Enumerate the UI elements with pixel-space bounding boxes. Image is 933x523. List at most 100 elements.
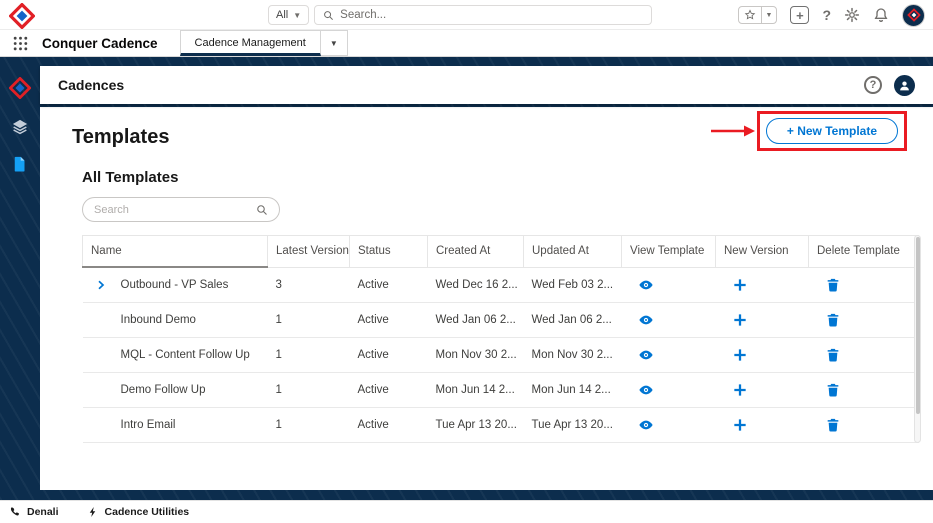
view-template-button-cell — [621, 302, 716, 338]
app-name: Conquer Cadence — [42, 35, 158, 51]
template-name: Intro Email — [120, 418, 176, 431]
utility-label: Denali — [27, 506, 59, 518]
gear-icon[interactable] — [844, 7, 860, 23]
delete-template-button-cell — [808, 337, 919, 373]
user-avatar[interactable] — [902, 3, 925, 27]
new-version-button-cell — [715, 372, 809, 408]
favorites-button[interactable]: ▼ — [737, 6, 778, 24]
tab-label: Cadence Management — [194, 37, 306, 49]
delete-template-button-cell — [808, 407, 919, 443]
annotation-box: + New Template — [756, 111, 907, 151]
trash-icon — [825, 312, 841, 328]
plus-icon — [732, 382, 748, 398]
tab-cadence-management[interactable]: Cadence Management — [179, 30, 321, 56]
annotation: + New Template — [710, 111, 907, 151]
column-header-view-template[interactable]: View Template — [621, 235, 716, 268]
trash-icon — [825, 417, 841, 433]
table-header-row: Name Latest Version Status Created At Update… — [82, 235, 919, 268]
delete-template-button[interactable] — [825, 277, 841, 293]
global-add-button[interactable]: + — [790, 6, 810, 24]
new-version-button[interactable] — [732, 417, 748, 433]
global-search-input[interactable] — [340, 9, 644, 21]
view-template-button[interactable] — [638, 382, 654, 398]
help-icon[interactable]: ? — [864, 76, 882, 94]
latest-version-cell: 3 — [267, 267, 350, 303]
layers-icon[interactable] — [11, 118, 29, 136]
new-version-button[interactable] — [732, 347, 748, 363]
tab-dropdown-button[interactable]: ▼ — [320, 30, 348, 56]
template-name-cell: MQL - Content Follow Up — [82, 337, 268, 373]
created-at-cell: Mon Nov 30 2... — [427, 337, 524, 373]
bell-icon[interactable] — [873, 7, 889, 23]
eye-icon — [638, 312, 654, 328]
utility-denali[interactable]: Denali — [9, 506, 59, 518]
trash-icon — [825, 277, 841, 293]
updated-at-cell: Wed Feb 03 2... — [523, 267, 622, 303]
search-icon — [324, 10, 334, 20]
template-search-box[interactable] — [82, 197, 280, 222]
column-header-latest-version[interactable]: Latest Version — [267, 235, 350, 268]
sidebar-conquer-logo-icon[interactable] — [8, 76, 32, 100]
star-icon — [739, 7, 761, 23]
bolt-icon — [89, 507, 95, 517]
chevron-down-icon[interactable]: ▼ — [760, 7, 777, 23]
column-header-new-version[interactable]: New Version — [715, 235, 809, 268]
screen: All ▼ ▼ + ? — [0, 0, 933, 523]
help-icon[interactable]: ? — [822, 7, 831, 23]
template-name: Inbound Demo — [120, 313, 196, 326]
column-header-updated-at[interactable]: Updated At — [523, 235, 622, 268]
view-template-button[interactable] — [638, 312, 654, 328]
content-column: Cadences ? Templates + New Template All … — [40, 57, 933, 500]
user-avatar[interactable] — [894, 74, 915, 96]
view-template-button-cell — [621, 372, 716, 408]
status-cell: Active — [349, 267, 428, 303]
latest-version-cell: 1 — [267, 337, 350, 373]
updated-at-cell: Mon Nov 30 2... — [523, 337, 622, 373]
new-template-button[interactable]: + New Template — [765, 118, 898, 144]
updated-at-cell: Tue Apr 13 20... — [523, 407, 622, 443]
templates-doc-icon[interactable] — [11, 155, 29, 173]
utility-label: Cadence Utilities — [104, 506, 190, 518]
plus-icon: + — [796, 7, 804, 23]
new-version-button[interactable] — [732, 312, 748, 328]
column-header-created-at[interactable]: Created At — [427, 235, 524, 268]
delete-template-button[interactable] — [825, 347, 841, 363]
templates-table: Name Latest Version Status Created At Update… — [82, 235, 919, 443]
app-launcher-icon[interactable] — [12, 35, 29, 52]
new-version-button[interactable] — [732, 277, 748, 293]
global-search-box[interactable] — [314, 5, 653, 25]
created-at-cell: Wed Dec 16 2... — [427, 267, 524, 303]
template-name: MQL - Content Follow Up — [120, 348, 250, 361]
template-search-input[interactable] — [94, 203, 250, 216]
delete-template-button[interactable] — [825, 382, 841, 398]
view-template-button[interactable] — [638, 417, 654, 433]
delete-template-button[interactable] — [825, 417, 841, 433]
column-header-delete-template[interactable]: Delete Template — [808, 235, 919, 268]
utility-bar: Denali Cadence Utilities — [0, 500, 933, 523]
chevron-down-icon: ▼ — [329, 38, 338, 48]
view-template-button[interactable] — [638, 347, 654, 363]
utility-cadence-utilities[interactable]: Cadence Utilities — [87, 506, 190, 518]
status-cell: Active — [349, 337, 428, 373]
template-name: Demo Follow Up — [120, 383, 206, 396]
delete-template-button[interactable] — [825, 312, 841, 328]
list-title: All Templates — [82, 169, 179, 186]
column-header-status[interactable]: Status — [349, 235, 428, 268]
scrollbar-thumb[interactable] — [915, 237, 920, 414]
template-name: Outbound - VP Sales — [120, 278, 229, 291]
eye-icon — [638, 417, 654, 433]
template-name-cell: Inbound Demo — [82, 302, 268, 338]
view-template-button-cell — [621, 407, 716, 443]
global-header: All ▼ ▼ + ? — [0, 0, 933, 30]
view-template-button[interactable] — [638, 277, 654, 293]
search-scope-dropdown[interactable]: All ▼ — [268, 5, 310, 25]
new-version-button-cell — [715, 337, 809, 373]
new-version-button[interactable] — [732, 382, 748, 398]
column-header-name[interactable]: Name — [82, 235, 268, 268]
template-name-cell: Outbound - VP Sales — [82, 267, 268, 303]
created-at-cell: Mon Jun 14 2... — [427, 372, 524, 408]
conquer-logo-icon[interactable] — [8, 2, 36, 30]
plus-icon — [732, 417, 748, 433]
expand-row-chevron-icon[interactable] — [95, 279, 107, 291]
table-scrollbar[interactable] — [914, 235, 921, 443]
